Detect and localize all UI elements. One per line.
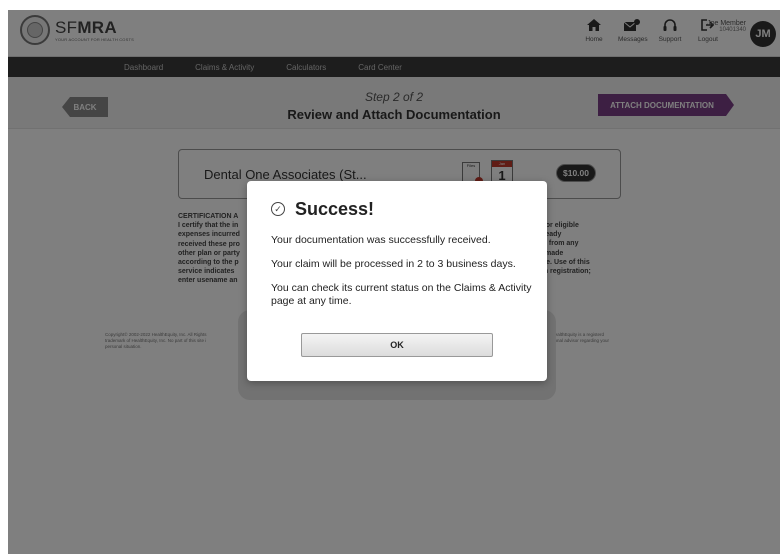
dialog-title: Success!: [295, 199, 375, 219]
app-frame: SFMRA YOUR ACCOUNT FOR HEALTH COSTS Home…: [8, 10, 780, 554]
check-circle-icon: ✓: [271, 202, 285, 216]
success-dialog: ✓ Success! Your documentation was succes…: [247, 181, 547, 381]
dialog-body: Your documentation was successfully rece…: [271, 234, 533, 319]
dialog-message: Your claim will be processed in 2 to 3 b…: [271, 258, 516, 270]
dialog-message: Your documentation was successfully rece…: [271, 234, 491, 246]
ok-button[interactable]: OK: [301, 333, 493, 357]
dialog-message: You can check its current status on the …: [271, 282, 532, 307]
